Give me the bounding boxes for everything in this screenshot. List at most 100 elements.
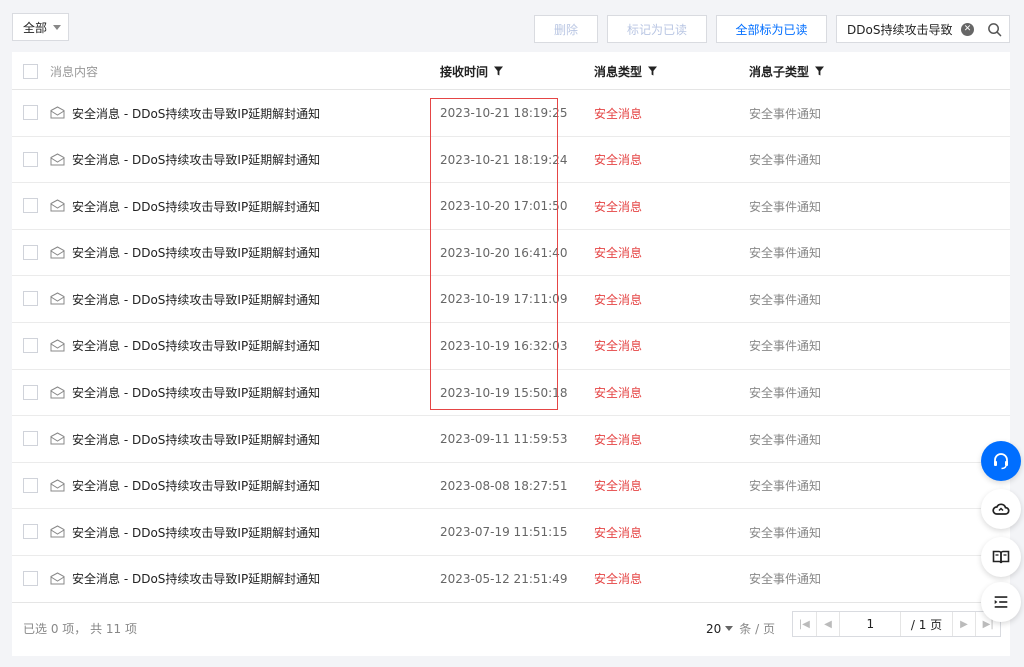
message-content-link[interactable]: 安全消息 - DDoS持续攻击导致IP延期解封通知: [72, 323, 320, 369]
filter-icon[interactable]: [815, 66, 825, 76]
message-subtype: 安全事件通知: [749, 153, 822, 168]
message-table-panel: 消息内容 接收时间 消息类型 消息子类型 安全消息 - DDoS持续攻击导致IP…: [12, 52, 1010, 656]
row-checkbox[interactable]: [23, 477, 38, 493]
page-size-unit: 条 / 页: [739, 622, 775, 636]
menu-button[interactable]: [981, 582, 1021, 622]
row-checkbox[interactable]: [23, 384, 38, 400]
mail-icon: [50, 385, 65, 399]
received-time: 2023-10-19 16:32:03: [440, 338, 568, 353]
message-subtype: 安全事件通知: [749, 246, 822, 261]
message-type: 安全消息: [594, 199, 643, 214]
message-content-link[interactable]: 安全消息 - DDoS持续攻击导致IP延期解封通知: [72, 90, 320, 136]
column-header-subtype-label: 消息子类型: [749, 64, 810, 79]
search-input[interactable]: [847, 22, 959, 36]
table-row[interactable]: 安全消息 - DDoS持续攻击导致IP延期解封通知 2023-10-20 16:4…: [12, 230, 1010, 277]
table-row[interactable]: 安全消息 - DDoS持续攻击导致IP延期解封通知 2023-10-19 17:1…: [12, 276, 1010, 323]
received-time: 2023-05-12 21:51:49: [440, 571, 568, 586]
message-content-link[interactable]: 安全消息 - DDoS持续攻击导致IP延期解封通知: [72, 137, 320, 183]
column-header-content-label: 消息内容: [50, 64, 99, 79]
page-size-select[interactable]: 20 条 / 页: [706, 620, 775, 637]
search-box: ✕: [836, 15, 1010, 43]
docs-button[interactable]: [981, 537, 1021, 577]
row-checkbox[interactable]: [23, 198, 38, 214]
row-checkbox[interactable]: [23, 524, 38, 540]
mail-icon: [50, 292, 65, 305]
mail-icon: [50, 106, 65, 119]
message-content-link[interactable]: 安全消息 - DDoS持续攻击导致IP延期解封通知: [72, 556, 320, 602]
book-icon: [992, 550, 1010, 564]
filter-icon[interactable]: [494, 66, 504, 76]
received-time: 2023-09-11 11:59:53: [440, 432, 568, 447]
mail-icon: [50, 479, 65, 492]
table-row[interactable]: 安全消息 - DDoS持续攻击导致IP延期解封通知 2023-10-21 18:1…: [12, 90, 1010, 137]
support-button[interactable]: [981, 441, 1021, 481]
table-row[interactable]: 安全消息 - DDoS持续攻击导致IP延期解封通知 2023-09-11 11:5…: [12, 416, 1010, 463]
received-time: 2023-10-20 16:41:40: [440, 245, 568, 260]
table-row[interactable]: 安全消息 - DDoS持续攻击导致IP延期解封通知 2023-10-19 15:5…: [12, 370, 1010, 417]
next-page-icon[interactable]: ▶: [953, 612, 977, 636]
message-type: 安全消息: [594, 292, 643, 307]
total-pages: / 1 页: [901, 612, 953, 636]
column-header-content: 消息内容: [50, 52, 98, 90]
page-size-value: 20: [706, 621, 722, 636]
filter-icon[interactable]: [648, 66, 658, 76]
message-content-link[interactable]: 安全消息 - DDoS持续攻击导致IP延期解封通知: [72, 370, 320, 416]
table-row[interactable]: 安全消息 - DDoS持续攻击导致IP延期解封通知 2023-07-19 11:5…: [12, 509, 1010, 556]
selection-summary: 已选 0 项， 共 11 项: [23, 622, 137, 636]
message-filter-select[interactable]: 全部: [12, 13, 69, 41]
mark-all-read-button[interactable]: 全部标为已读: [716, 15, 827, 43]
message-content-link[interactable]: 安全消息 - DDoS持续攻击导致IP延期解封通知: [72, 463, 320, 509]
cloud-button[interactable]: [981, 489, 1021, 529]
table-row[interactable]: 安全消息 - DDoS持续攻击导致IP延期解封通知 2023-10-20 17:0…: [12, 183, 1010, 230]
column-header-subtype: 消息子类型: [749, 52, 825, 90]
message-type: 安全消息: [594, 479, 643, 494]
pagination: |◀ ◀ / 1 页 ▶ ▶|: [792, 611, 1001, 637]
row-checkbox[interactable]: [23, 105, 38, 120]
message-type: 安全消息: [594, 246, 643, 261]
clear-icon[interactable]: ✕: [961, 23, 974, 36]
row-checkbox[interactable]: [23, 151, 38, 167]
table-row[interactable]: 安全消息 - DDoS持续攻击导致IP延期解封通知 2023-08-08 18:2…: [12, 463, 1010, 510]
received-time: 2023-08-08 18:27:51: [440, 478, 568, 493]
message-subtype: 安全事件通知: [749, 572, 822, 587]
select-all-checkbox[interactable]: [23, 64, 38, 79]
received-time: 2023-07-19 11:51:15: [440, 525, 568, 540]
table-row[interactable]: 安全消息 - DDoS持续攻击导致IP延期解封通知 2023-10-21 18:1…: [12, 137, 1010, 184]
row-checkbox[interactable]: [23, 431, 38, 447]
delete-button[interactable]: 删除: [534, 15, 598, 43]
mail-icon: [50, 572, 65, 585]
page-number-input[interactable]: [840, 612, 902, 636]
row-checkbox[interactable]: [23, 337, 38, 353]
first-page-icon[interactable]: |◀: [793, 612, 817, 636]
chevron-down-icon: [725, 626, 734, 631]
prev-page-icon[interactable]: ◀: [817, 612, 841, 636]
message-type: 安全消息: [594, 106, 643, 121]
row-checkbox[interactable]: [23, 291, 38, 307]
mail-icon: [50, 432, 65, 445]
table-header: 消息内容 接收时间 消息类型 消息子类型: [12, 52, 1010, 90]
received-time: 2023-10-20 17:01:50: [440, 199, 568, 214]
mark-read-button[interactable]: 标记为已读: [607, 15, 707, 43]
search-icon[interactable]: [987, 22, 1002, 37]
received-time: 2023-10-19 15:50:18: [440, 385, 568, 400]
message-content-link[interactable]: 安全消息 - DDoS持续攻击导致IP延期解封通知: [72, 416, 320, 462]
message-type: 安全消息: [594, 572, 643, 587]
message-type: 安全消息: [594, 386, 643, 401]
table-row[interactable]: 安全消息 - DDoS持续攻击导致IP延期解封通知 2023-10-19 16:3…: [12, 323, 1010, 370]
column-header-type: 消息类型: [594, 52, 658, 90]
message-subtype: 安全事件通知: [749, 339, 822, 354]
table-row[interactable]: 安全消息 - DDoS持续攻击导致IP延期解封通知 2023-05-12 21:5…: [12, 556, 1010, 603]
mail-icon: [50, 246, 65, 259]
message-subtype: 安全事件通知: [749, 106, 822, 121]
message-type: 安全消息: [594, 153, 643, 168]
message-content-link[interactable]: 安全消息 - DDoS持续攻击导致IP延期解封通知: [72, 509, 320, 555]
row-checkbox[interactable]: [23, 570, 38, 586]
message-content-link[interactable]: 安全消息 - DDoS持续攻击导致IP延期解封通知: [72, 183, 320, 229]
message-content-link[interactable]: 安全消息 - DDoS持续攻击导致IP延期解封通知: [72, 230, 320, 276]
message-content-link[interactable]: 安全消息 - DDoS持续攻击导致IP延期解封通知: [72, 276, 320, 322]
table-body: 安全消息 - DDoS持续攻击导致IP延期解封通知 2023-10-21 18:1…: [12, 90, 1010, 603]
message-type: 安全消息: [594, 525, 643, 540]
message-type: 安全消息: [594, 432, 643, 447]
row-checkbox[interactable]: [23, 244, 38, 260]
received-time: 2023-10-21 18:19:24: [440, 152, 568, 167]
